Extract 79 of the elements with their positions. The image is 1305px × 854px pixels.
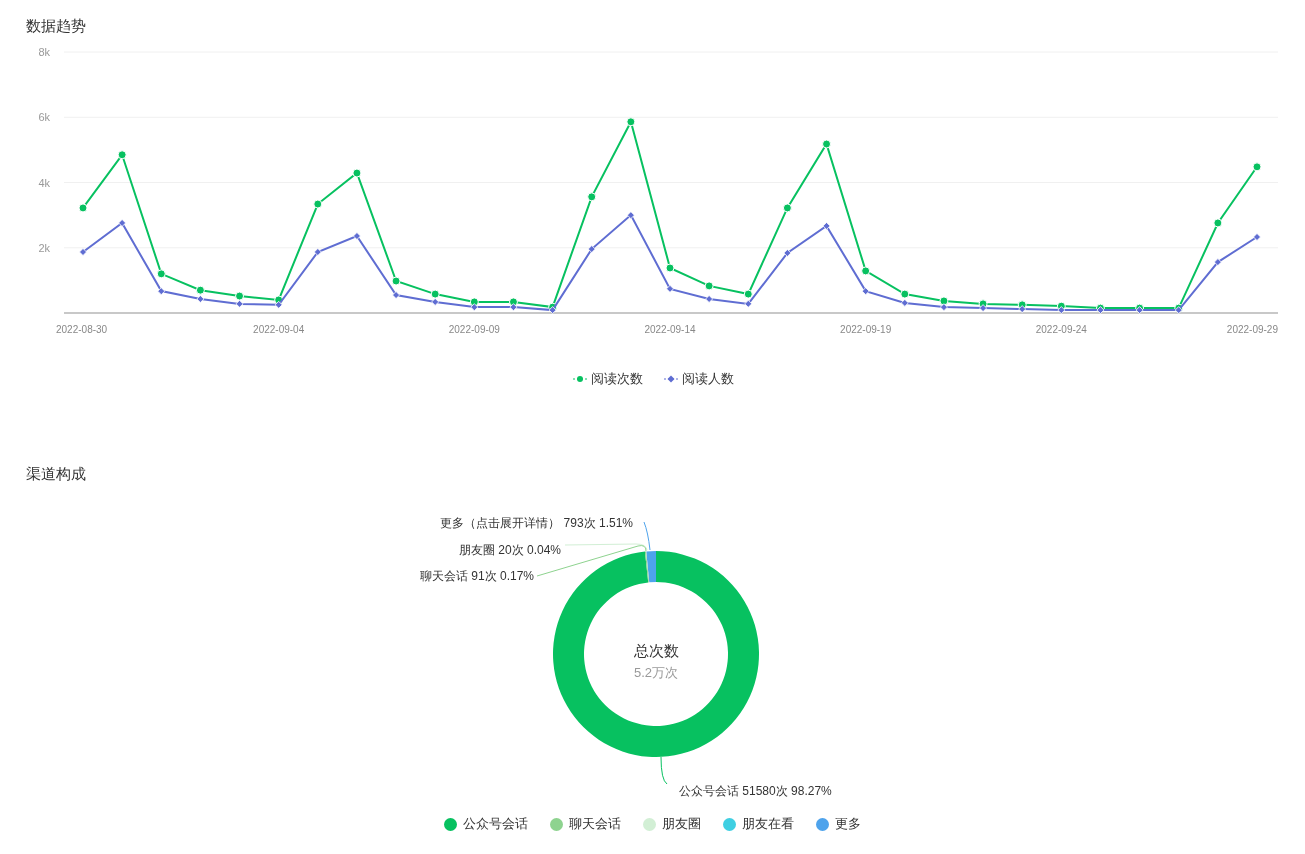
point (156, 269, 166, 279)
x-tick-label: 2022-09-09 (448, 324, 500, 334)
legend-label[interactable]: 更多 (835, 815, 861, 833)
point (313, 248, 322, 256)
x-tick-label: 2022-09-29 (1226, 324, 1278, 334)
point (1213, 218, 1223, 228)
center-title: 总次数 (633, 642, 679, 659)
point (704, 281, 714, 291)
point (117, 150, 127, 160)
donut-slice[interactable] (646, 551, 656, 583)
point (118, 219, 127, 227)
y-tick-label: 6k (38, 111, 50, 124)
x-tick-label: 2022-09-24 (1035, 324, 1087, 334)
slice-label: 更多（点击展开详情） 793次 1.51% (440, 516, 633, 530)
point (940, 303, 948, 312)
point (196, 295, 205, 303)
point (1018, 305, 1027, 313)
point (822, 139, 832, 149)
point (626, 211, 635, 220)
point (470, 303, 479, 312)
x-tick-label: 2022-09-19 (840, 324, 892, 334)
point (509, 303, 518, 312)
point (861, 287, 870, 296)
point (78, 203, 88, 213)
center-value: 5.2万次 (633, 665, 679, 680)
slice-label: 聊天会话 91次 0.17% (419, 569, 534, 583)
point (431, 298, 440, 306)
point (979, 304, 987, 313)
legend-label[interactable]: 朋友在看 (742, 815, 794, 833)
point (705, 295, 714, 303)
point (353, 232, 361, 240)
point (235, 291, 245, 301)
point (313, 199, 323, 209)
slice-label: 公众号会话 51580次 98.27% (679, 784, 832, 798)
x-tick-label: 2022-09-04 (253, 324, 305, 334)
slice-label: 朋友圈 20次 0.04% (458, 543, 561, 557)
point (157, 287, 166, 296)
point (783, 249, 792, 257)
point (1213, 258, 1222, 267)
point (548, 306, 557, 314)
point (391, 276, 401, 286)
point (587, 192, 597, 202)
point (1057, 306, 1066, 314)
section-title: 数据趋势 (25, 16, 86, 34)
x-tick-label: 2022-09-14 (644, 324, 696, 334)
legend-label[interactable]: 聊天会话 (569, 815, 621, 833)
point (195, 285, 205, 295)
legend-label[interactable]: 阅读人数 (681, 370, 734, 388)
point (235, 299, 244, 308)
point (392, 291, 400, 299)
point (274, 300, 283, 309)
point (587, 245, 596, 253)
point (743, 289, 753, 299)
legend-label[interactable]: 阅读次数 (590, 370, 643, 388)
x-tick-label: 2022-08-30 (56, 324, 108, 334)
point (1252, 162, 1262, 172)
point (900, 298, 909, 307)
point (626, 117, 636, 127)
y-tick-label: 4k (38, 176, 50, 189)
point (861, 266, 871, 276)
section-title: 渠道构成 (25, 464, 86, 482)
leader-line (660, 756, 668, 785)
point (665, 263, 675, 273)
point (782, 203, 792, 213)
thin-slices[interactable] (644, 551, 650, 583)
point (1253, 233, 1261, 241)
legend-label[interactable]: 朋友圈 (662, 815, 701, 833)
point (822, 221, 831, 230)
y-tick-label: 2k (38, 241, 50, 254)
y-tick-label: 8k (38, 46, 50, 58)
dot-line-icon (571, 374, 588, 384)
legend-label[interactable]: 公众号会话 (463, 815, 528, 833)
point (900, 289, 910, 299)
point (666, 284, 674, 293)
point (352, 168, 362, 178)
point (79, 248, 87, 256)
point (430, 289, 440, 299)
point (744, 299, 753, 308)
diamond-line-icon (662, 374, 679, 384)
